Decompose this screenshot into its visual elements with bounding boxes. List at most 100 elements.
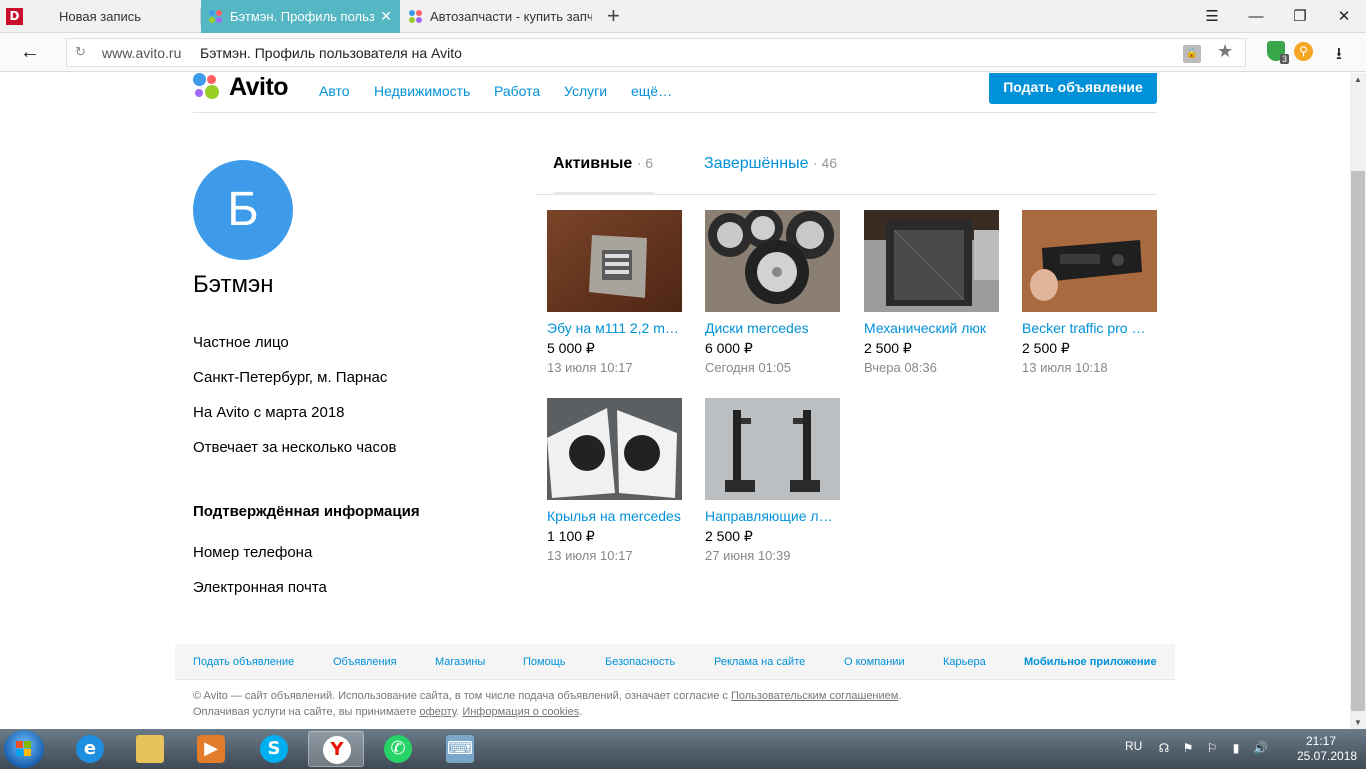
offer-link[interactable]: оферту bbox=[419, 706, 456, 718]
search-extension-icon[interactable]: ⚲ bbox=[1294, 42, 1313, 61]
legal-text: © Avito — сайт объявлений. Использование… bbox=[193, 690, 731, 702]
listing-title[interactable]: Механический люк bbox=[864, 320, 999, 336]
media-player-icon: ▶ bbox=[197, 735, 225, 763]
omnibox[interactable]: ↻ www.avito.ru Бэтмэн. Профиль пользоват… bbox=[66, 38, 1246, 67]
nav-realty[interactable]: Недвижимость bbox=[374, 83, 470, 99]
tab-title: Автозапчасти - купить запчасти bbox=[430, 9, 592, 24]
minimize-icon[interactable]: — bbox=[1234, 0, 1278, 33]
listing-date: 13 июля 10:17 bbox=[547, 548, 633, 563]
footer-link-shops[interactable]: Магазины bbox=[435, 656, 485, 668]
legal-text: . bbox=[579, 706, 583, 718]
footer-link-careers[interactable]: Карьера bbox=[943, 656, 986, 668]
verified-phone: Номер телефона bbox=[193, 544, 313, 561]
start-button[interactable] bbox=[4, 730, 44, 768]
nav-services[interactable]: Услуги bbox=[564, 83, 607, 99]
footer-link-help[interactable]: Помощь bbox=[523, 656, 566, 668]
internet-explorer-icon: e bbox=[76, 735, 104, 763]
tab-autoparts[interactable]: Автозапчасти - купить запчасти bbox=[401, 0, 596, 33]
taskbar-keyboard[interactable]: ⌨ bbox=[432, 731, 488, 767]
taskbar-yandex-browser[interactable]: Y bbox=[308, 731, 364, 767]
reload-icon[interactable]: ↻ bbox=[75, 44, 86, 60]
flag-tray-icon[interactable]: ⚑ bbox=[1181, 741, 1195, 755]
post-ad-button[interactable]: Подать объявление bbox=[989, 73, 1157, 104]
volume-icon[interactable]: 🔊 bbox=[1253, 741, 1268, 755]
nav-jobs[interactable]: Работа bbox=[494, 83, 540, 99]
member-since: На Avito с марта 2018 bbox=[193, 404, 345, 421]
tab-label: Завершённые bbox=[704, 155, 809, 172]
skype-icon: S bbox=[260, 735, 288, 763]
close-window-icon[interactable]: ✕ bbox=[1322, 0, 1366, 33]
listing-title[interactable]: Направляющие люка bbox=[705, 508, 840, 524]
listing-title[interactable]: Эбу на м111 2,2 mercedes bbox=[547, 320, 682, 336]
legal-text: . bbox=[898, 690, 902, 702]
footer-link-ads[interactable]: Объявления bbox=[333, 656, 397, 668]
taskbar-whatsapp[interactable]: ✆ bbox=[370, 731, 426, 767]
taskbar-ie[interactable]: e bbox=[62, 731, 118, 767]
taskbar-skype[interactable]: S bbox=[246, 731, 302, 767]
taskbar-media[interactable]: ▶ bbox=[183, 731, 239, 767]
cookies-link[interactable]: Информация о cookies bbox=[462, 706, 579, 718]
back-arrow-icon[interactable]: ← bbox=[20, 41, 40, 64]
footer-link-about[interactable]: О компании bbox=[844, 656, 905, 668]
listing-price: 6 000 ₽ bbox=[705, 340, 753, 356]
nav-auto[interactable]: Авто bbox=[319, 83, 350, 99]
taskbar-explorer[interactable] bbox=[122, 731, 178, 767]
listing-price: 2 500 ₽ bbox=[705, 528, 753, 544]
tab-closed-listings[interactable]: Завершённые · 46 bbox=[704, 155, 837, 173]
headset-tray-icon[interactable]: ☊ bbox=[1157, 741, 1171, 755]
tab-new-post[interactable]: Новая запись bbox=[36, 0, 200, 33]
footer-link-post-ad[interactable]: Подать объявление bbox=[193, 656, 294, 668]
new-tab-icon[interactable]: + bbox=[607, 5, 620, 27]
clock-date: 25.07.2018 bbox=[1297, 749, 1358, 763]
listing-photo-sunroof[interactable] bbox=[864, 210, 999, 312]
listing-photo-rails[interactable] bbox=[705, 398, 840, 500]
legal-text-line-2: Оплачивая услуги на сайте, вы принимаете… bbox=[193, 706, 582, 718]
menu-icon[interactable]: ☰ bbox=[1190, 0, 1234, 33]
listing-date: 27 июня 10:39 bbox=[705, 548, 791, 563]
listing-title[interactable]: Крылья на mercedes bbox=[547, 508, 682, 524]
verified-heading: Подтверждённая информация bbox=[193, 503, 420, 520]
lock-icon[interactable]: 🔒 bbox=[1183, 45, 1201, 63]
listing-price: 2 500 ₽ bbox=[1022, 340, 1070, 356]
address-bar-area: ← ↻ www.avito.ru Бэтмэн. Профиль пользов… bbox=[0, 33, 1366, 72]
listing-title[interactable]: Becker traffic pro mercedes bbox=[1022, 320, 1157, 336]
download-icon[interactable]: ⭳ bbox=[1336, 41, 1342, 70]
listing-photo-ecu[interactable] bbox=[547, 210, 682, 312]
listing-photo-wheels[interactable] bbox=[705, 210, 840, 312]
footer-link-safety[interactable]: Безопасность bbox=[605, 656, 675, 668]
restore-icon[interactable]: ❐ bbox=[1278, 0, 1322, 33]
bookmark-star-icon[interactable]: ★ bbox=[1217, 41, 1233, 62]
scroll-up-icon[interactable]: ▲ bbox=[1354, 75, 1362, 84]
windows-taskbar: e ▶ S Y ✆ ⌨ RU ☊ ⚑ ⚐ ▮ 🔊 21:17 25.07.201… bbox=[0, 729, 1366, 769]
page-content: Avito Авто Недвижимость Работа Услуги ещ… bbox=[0, 73, 1350, 729]
tab-count: · 6 bbox=[636, 155, 654, 171]
listing-price: 1 100 ₽ bbox=[547, 528, 595, 544]
listing-photo-radio[interactable] bbox=[1022, 210, 1157, 312]
tab-avito-profile[interactable]: Бэтмэн. Профиль пользователя на Avito ✕ bbox=[201, 0, 400, 33]
nav-more[interactable]: ещё… bbox=[631, 83, 672, 99]
page-scrollbar[interactable]: ▲ ▼ bbox=[1350, 73, 1366, 729]
clock-time: 21:17 bbox=[1305, 734, 1337, 748]
browser-app-icon[interactable]: D bbox=[6, 8, 23, 25]
close-tab-icon[interactable]: ✕ bbox=[380, 0, 392, 33]
scroll-thumb[interactable] bbox=[1351, 171, 1365, 711]
shield-extension-icon[interactable]: 3 bbox=[1267, 41, 1289, 64]
seller-location: Санкт-Петербург, м. Парнас bbox=[193, 369, 388, 386]
network-signal-icon[interactable]: ▮ bbox=[1229, 741, 1243, 755]
listing-date: 13 июля 10:18 bbox=[1022, 360, 1108, 375]
footer-link-advertising[interactable]: Реклама на сайте bbox=[714, 656, 805, 668]
footer-link-mobile-app[interactable]: Мобильное приложение bbox=[1024, 656, 1157, 668]
tab-active-listings[interactable]: Активные · 6 bbox=[553, 155, 653, 173]
response-time: Отвечает за несколько часов bbox=[193, 439, 397, 456]
avito-favicon-icon bbox=[209, 10, 223, 24]
system-clock[interactable]: 21:17 25.07.2018 bbox=[1297, 734, 1358, 764]
listing-photo-fenders[interactable] bbox=[547, 398, 682, 500]
user-agreement-link[interactable]: Пользовательским соглашением bbox=[731, 690, 898, 702]
legal-text-line-1: © Avito — сайт объявлений. Использование… bbox=[193, 690, 901, 702]
scroll-down-icon[interactable]: ▼ bbox=[1354, 718, 1362, 727]
listing-title[interactable]: Диски mercedes bbox=[705, 320, 840, 336]
keyboard-icon: ⌨ bbox=[446, 735, 474, 763]
avito-logo-text: Avito bbox=[229, 73, 289, 101]
action-center-icon[interactable]: ⚐ bbox=[1205, 741, 1219, 755]
language-indicator[interactable]: RU bbox=[1125, 739, 1142, 753]
